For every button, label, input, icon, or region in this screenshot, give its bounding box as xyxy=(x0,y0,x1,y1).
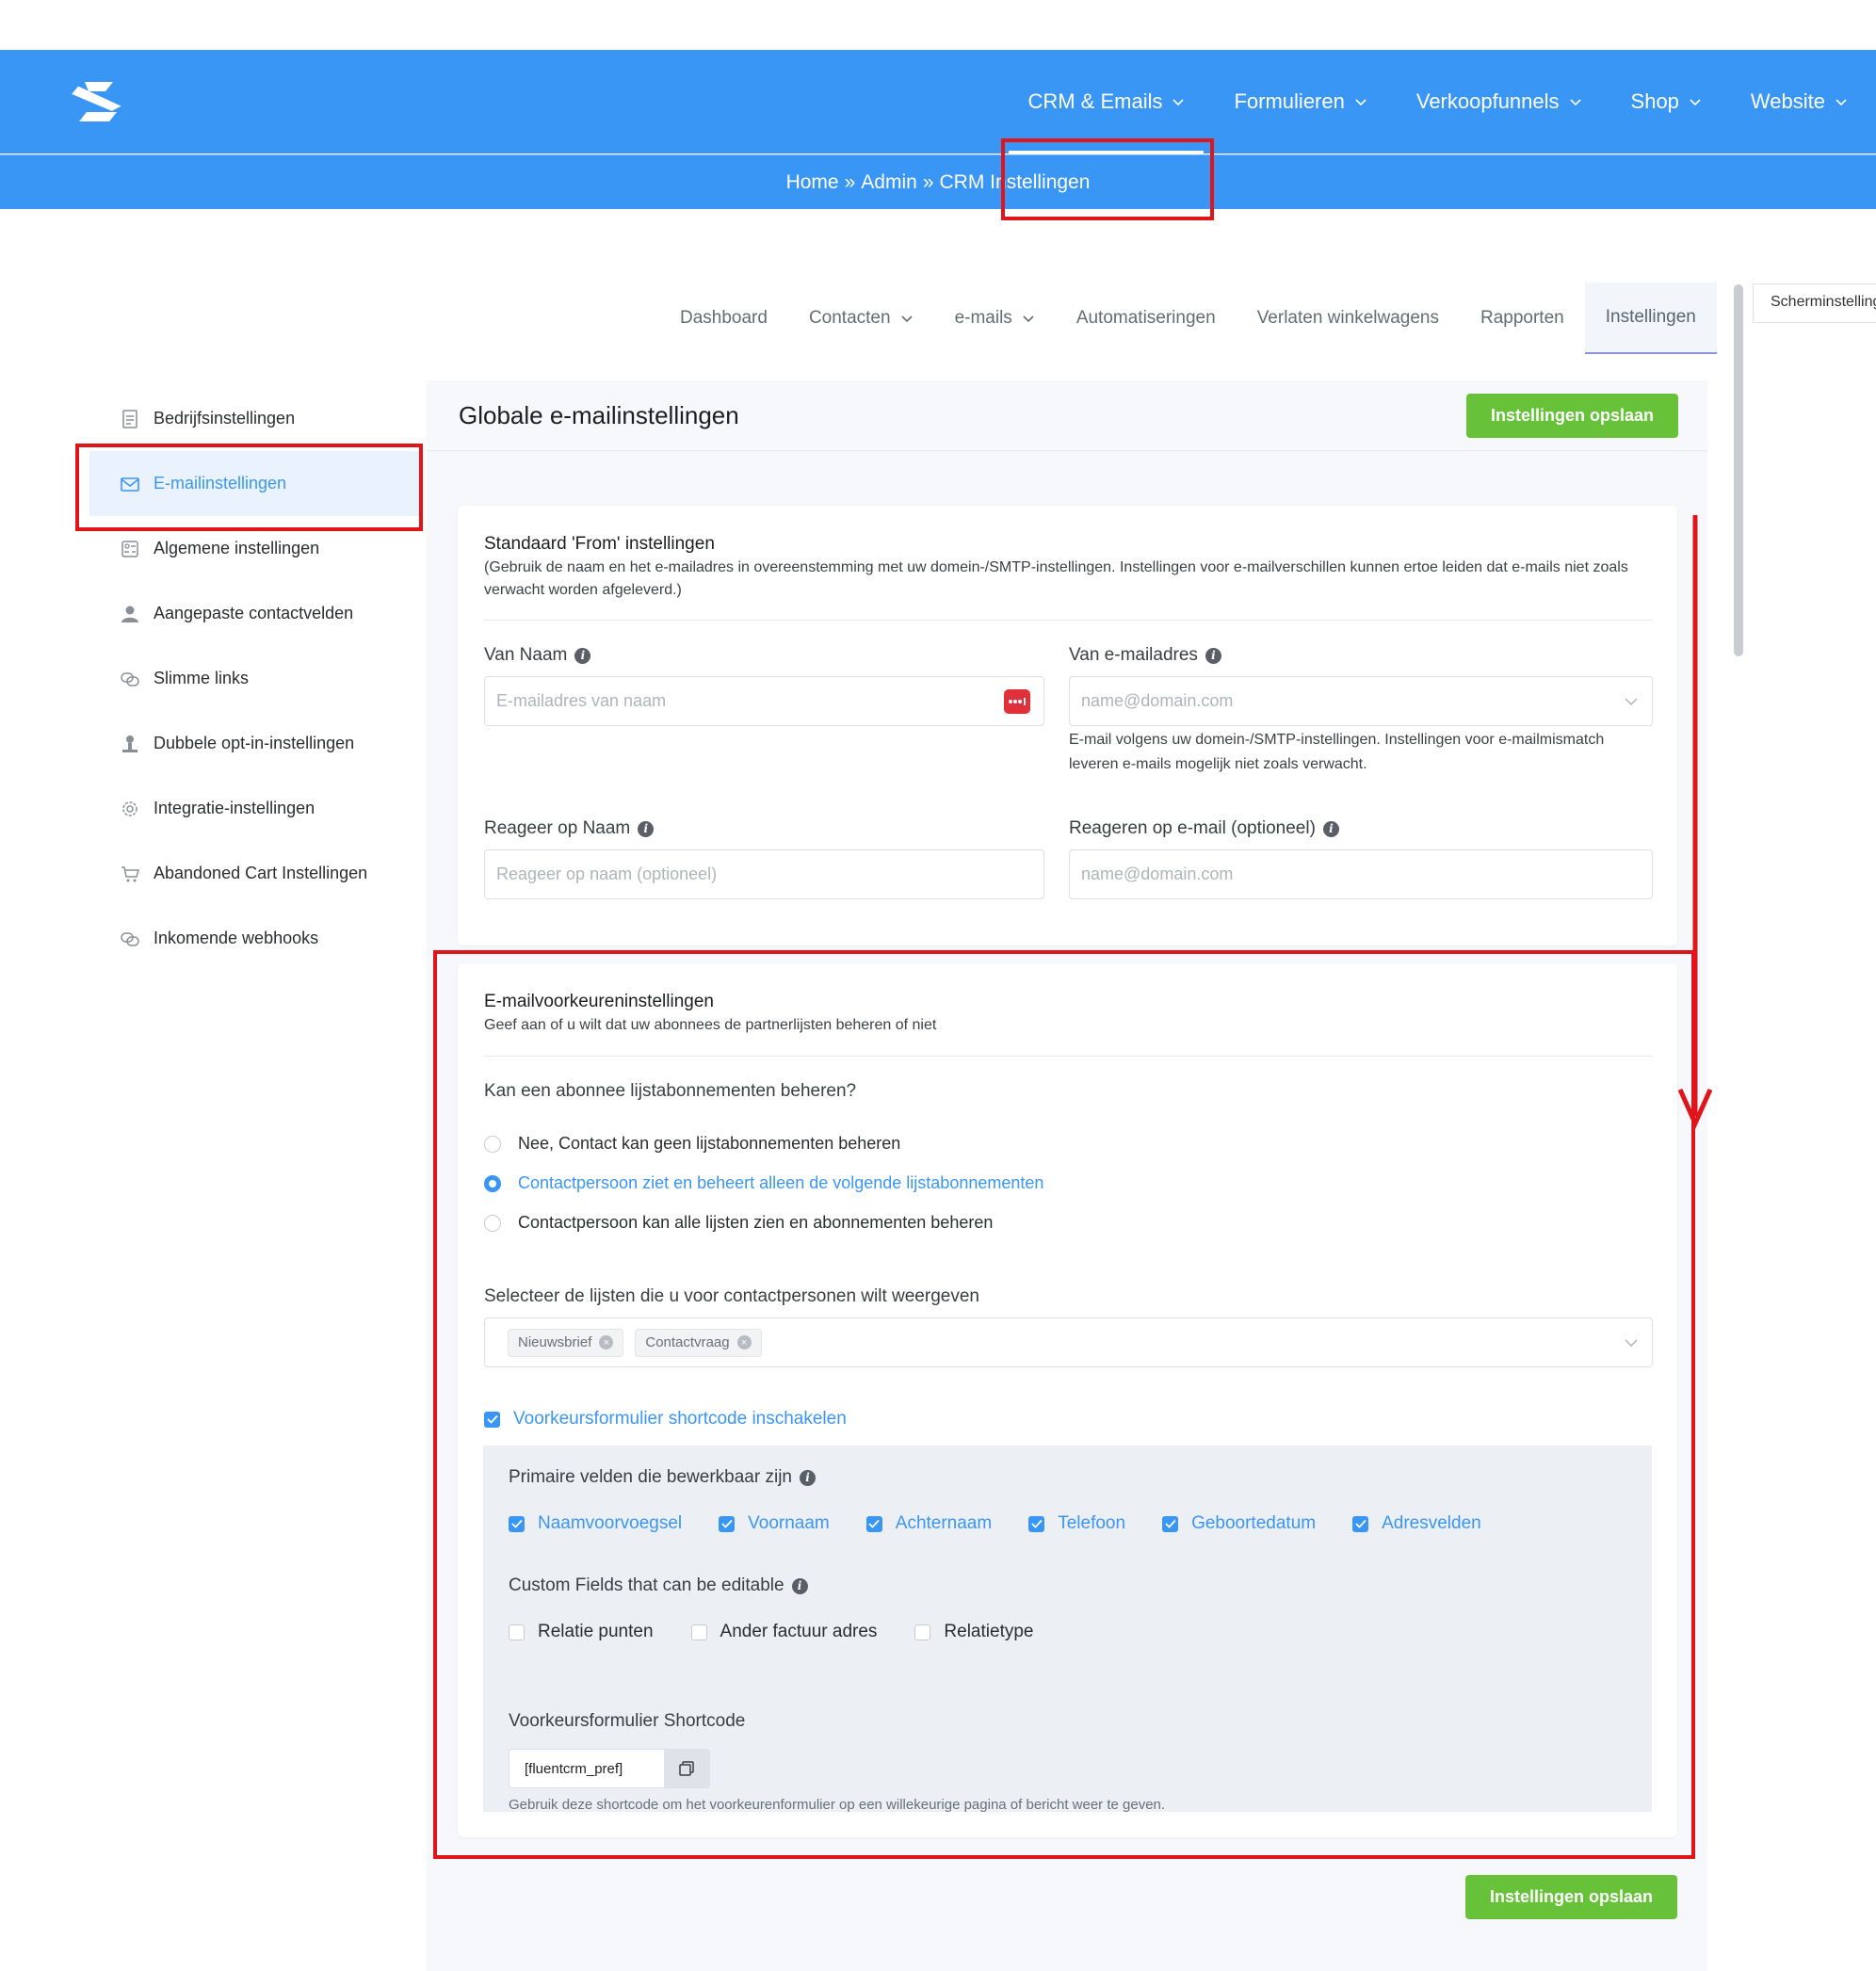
sidebar-item-integratie-instellingen[interactable]: Integratie-instellingen xyxy=(89,776,419,841)
tab-instellingen[interactable]: Instellingen xyxy=(1584,283,1717,354)
from-email-help: E-mail volgens uw domein-/SMTP-instellin… xyxy=(1069,732,1605,772)
tab-label: Contacten xyxy=(808,308,891,328)
tab-label: e-mails xyxy=(954,308,1012,328)
breadcrumb-home[interactable]: Home xyxy=(786,171,839,194)
document-icon xyxy=(122,409,137,428)
chevron-down-icon xyxy=(1023,315,1034,323)
chevron-down-icon xyxy=(1625,698,1638,706)
scrollbar[interactable] xyxy=(1734,284,1743,656)
placeholder-text: E-mailadres van naam xyxy=(496,691,667,710)
nav-formulieren[interactable]: Formulieren xyxy=(1234,50,1367,153)
tab-dashboard[interactable]: Dashboard xyxy=(659,283,788,354)
placeholder-text: name@domain.com xyxy=(1081,691,1234,710)
chevron-down-icon xyxy=(901,315,913,323)
nav-label: Formulieren xyxy=(1234,89,1345,113)
link-icon xyxy=(121,931,139,946)
chevron-down-icon xyxy=(1569,99,1581,106)
sidebar-item-label: Slimme links xyxy=(154,669,250,687)
divider xyxy=(484,620,1652,621)
breadcrumb: Home » Admin » CRM Instellingen xyxy=(0,155,1876,210)
user-stand-icon xyxy=(122,735,137,752)
sidebar-item-label: Algemene instellingen xyxy=(154,539,320,557)
info-icon[interactable]: i xyxy=(1322,820,1339,837)
sidebar-item-bedrijfsinstellingen[interactable]: Bedrijfsinstellingen xyxy=(89,386,419,451)
settings-panel-icon xyxy=(121,540,138,557)
label-text: Reageren op e-mail (optioneel) xyxy=(1069,818,1316,838)
breadcrumb-separator: » xyxy=(844,171,856,193)
sidebar-item-label: Aangepaste contactvelden xyxy=(154,604,354,622)
nav-label: Verkoopfunnels xyxy=(1415,89,1560,113)
sidebar-item-label: Bedrijfsinstellingen xyxy=(154,409,296,428)
label-text: Reageer op Naam xyxy=(484,818,631,838)
chevron-down-icon xyxy=(1172,99,1185,106)
main-header: Globale e-mailinstellingen Instellingen … xyxy=(427,380,1707,451)
sidebar-item-abandoned-cart[interactable]: Abandoned Cart Instellingen xyxy=(89,841,419,906)
user-icon xyxy=(121,606,138,622)
tab-label: Dashboard xyxy=(680,308,768,328)
sidebar-item-dubbele-opt-in[interactable]: Dubbele opt-in-instellingen xyxy=(89,711,419,776)
link-icon xyxy=(121,671,139,687)
sidebar-item-label: Dubbele opt-in-instellingen xyxy=(154,734,355,752)
sidebar-item-label: Abandoned Cart Instellingen xyxy=(154,864,368,882)
tab-label: Verlaten winkelwagens xyxy=(1256,308,1439,328)
gear-icon xyxy=(122,800,137,816)
top-navigation-bar: CRM & Emails Formulieren Verkoopfunnels … xyxy=(0,50,1876,153)
chevron-down-icon xyxy=(1836,99,1847,106)
label-text: Van e-mailadres xyxy=(1069,645,1198,665)
nav-label: Website xyxy=(1750,89,1825,113)
annotation-box-preferences xyxy=(433,950,1695,1859)
from-card-subtitle: (Gebruik de naam en het e-mailadres in o… xyxy=(484,559,1628,598)
annotation-box-sidebar xyxy=(75,444,423,531)
placeholder-text: Reageer op naam (optioneel) xyxy=(496,864,718,883)
from-name-label: Van Naam i xyxy=(484,645,591,666)
tab-label: Instellingen xyxy=(1605,307,1696,327)
info-icon[interactable]: i xyxy=(1205,647,1221,664)
fluent-logo-icon[interactable] xyxy=(68,78,130,125)
chevron-down-icon xyxy=(1690,99,1701,106)
tab-label: Automatiseringen xyxy=(1075,308,1216,328)
tab-label: Rapporten xyxy=(1480,308,1564,328)
sidebar-item-aangepaste-contactvelden[interactable]: Aangepaste contactvelden xyxy=(89,581,419,646)
sidebar-item-label: Integratie-instellingen xyxy=(154,799,315,817)
save-settings-button[interactable]: Instellingen opslaan xyxy=(1466,394,1678,438)
info-icon[interactable]: i xyxy=(638,820,655,837)
annotation-box-breadcrumb xyxy=(1001,138,1214,220)
sidebar-item-slimme-links[interactable]: Slimme links xyxy=(89,646,419,711)
cart-icon xyxy=(121,865,139,881)
tab-emails[interactable]: e-mails xyxy=(934,283,1056,354)
from-email-label: Van e-mailadres i xyxy=(1069,645,1221,666)
breadcrumb-separator: » xyxy=(922,171,934,193)
from-card-title: Standaard 'From' instellingen xyxy=(484,534,715,554)
placeholder-text: name@domain.com xyxy=(1081,864,1234,883)
nav-label: CRM & Emails xyxy=(1027,89,1163,113)
nav-verkoopfunnels[interactable]: Verkoopfunnels xyxy=(1416,50,1582,153)
from-settings-card: Standaard 'From' instellingen (Gebruik d… xyxy=(458,506,1677,945)
screen-options-button[interactable]: Scherminstellingen xyxy=(1753,283,1876,323)
save-settings-button-bottom[interactable]: Instellingen opslaan xyxy=(1465,1875,1677,1919)
nav-shop[interactable]: Shop xyxy=(1631,50,1702,153)
sidebar-item-label: Inkomende webhooks xyxy=(154,929,319,947)
sidebar-item-inkomende-webhooks[interactable]: Inkomende webhooks xyxy=(89,906,419,971)
nav-label: Shop xyxy=(1630,89,1679,113)
reply-email-label: Reageren op e-mail (optioneel) i xyxy=(1069,818,1339,839)
reply-name-input[interactable]: Reageer op naam (optioneel) xyxy=(484,849,1044,899)
tab-automatiseringen[interactable]: Automatiseringen xyxy=(1056,283,1237,354)
tab-verlaten-winkelwagens[interactable]: Verlaten winkelwagens xyxy=(1237,283,1460,354)
from-name-input[interactable]: E-mailadres van naam xyxy=(484,676,1044,726)
chevron-down-icon xyxy=(1355,99,1367,106)
reply-email-input[interactable]: name@domain.com xyxy=(1069,849,1653,899)
label-text: Van Naam xyxy=(484,645,568,665)
page-title: Globale e-mailinstellingen xyxy=(459,401,739,429)
crm-tabs: Dashboard Contacten e-mails Automatiseri… xyxy=(659,283,1717,354)
password-manager-icon[interactable] xyxy=(1004,689,1030,714)
annotation-arrow-icon xyxy=(1677,515,1713,1130)
breadcrumb-admin[interactable]: Admin xyxy=(861,171,917,194)
tab-contacten[interactable]: Contacten xyxy=(788,283,934,354)
nav-website[interactable]: Website xyxy=(1751,50,1848,153)
reply-name-label: Reageer op Naam i xyxy=(484,818,655,839)
from-email-select[interactable]: name@domain.com xyxy=(1069,676,1653,726)
tab-rapporten[interactable]: Rapporten xyxy=(1460,283,1585,354)
breadcrumb-bar: Home » Admin » CRM Instellingen xyxy=(0,154,1876,209)
info-icon[interactable]: i xyxy=(574,647,591,664)
